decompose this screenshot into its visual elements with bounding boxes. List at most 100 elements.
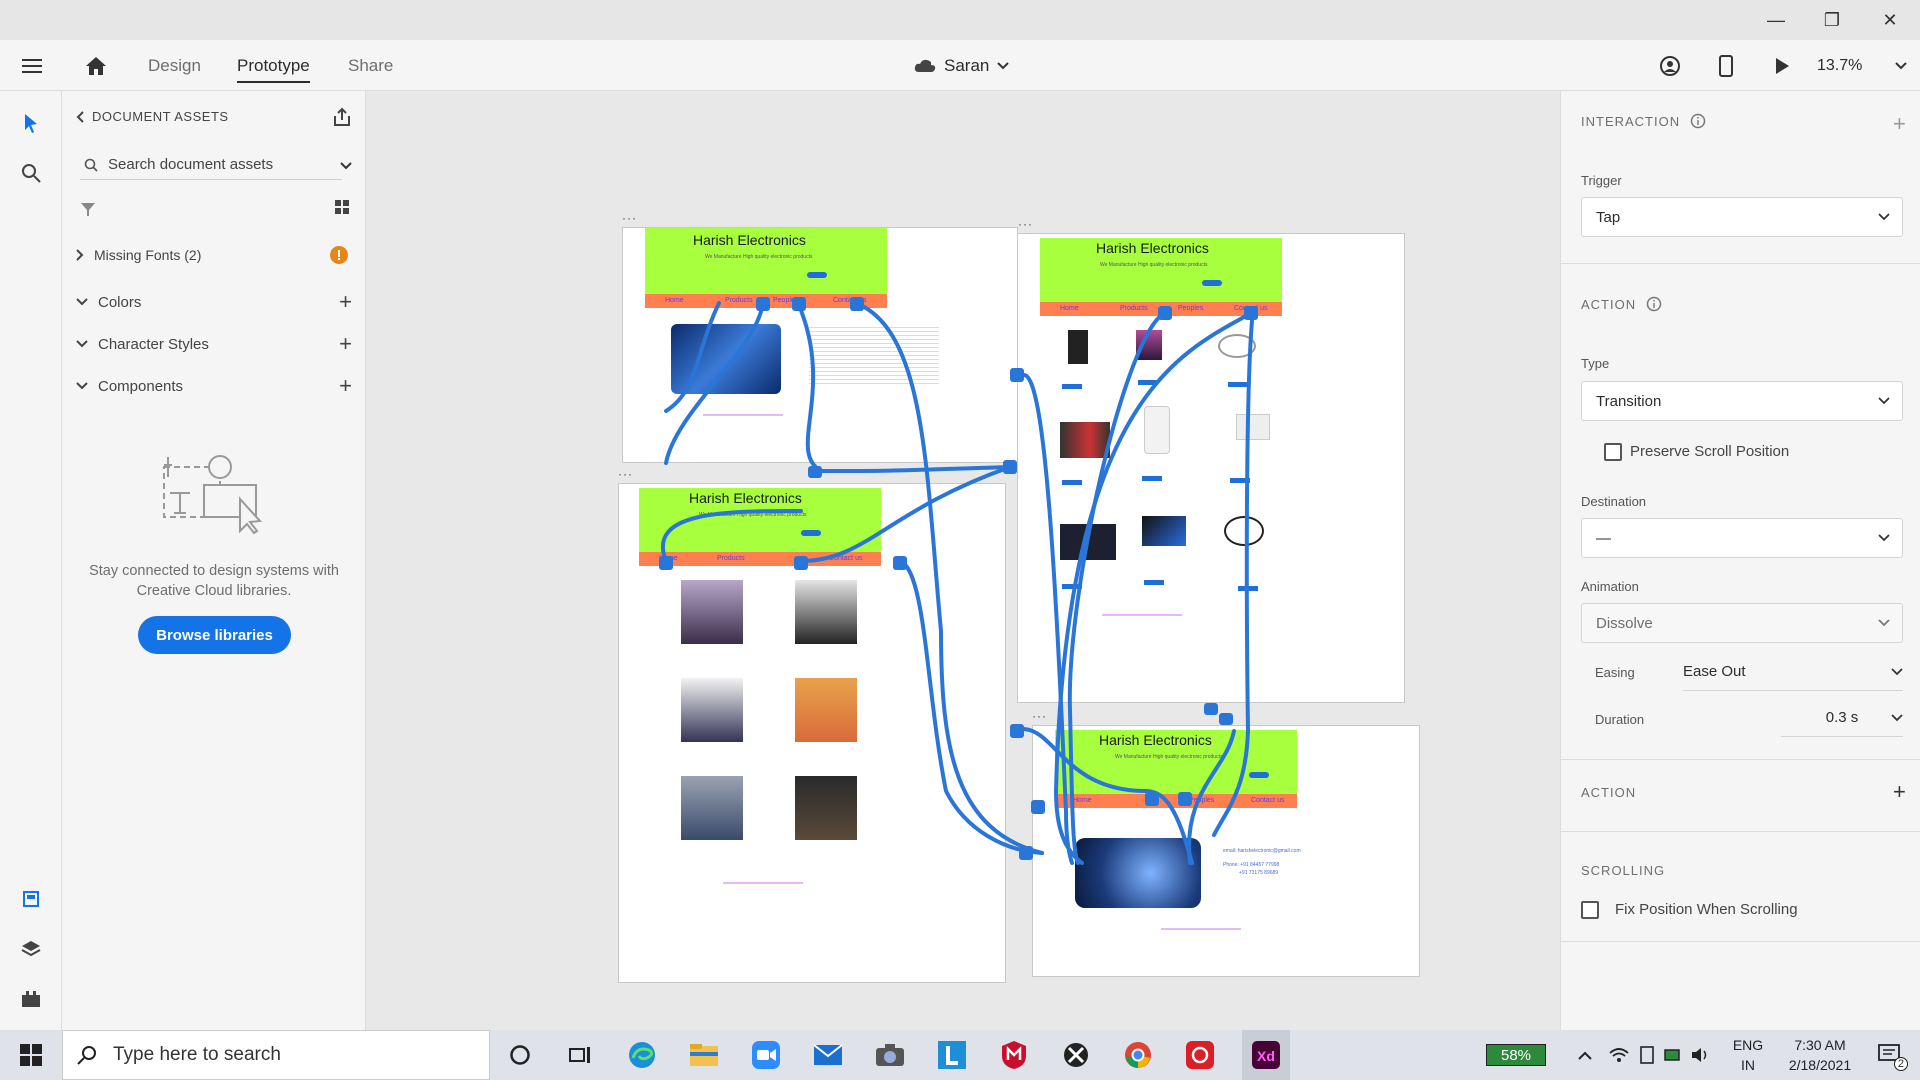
minimize-button[interactable]: — [1748,0,1804,40]
zoom-chevron-down-icon[interactable] [1890,40,1912,91]
windows-start-icon[interactable] [10,1035,52,1075]
prototype-canvas[interactable]: Harish Electronics We Manufacture High q… [366,91,1560,1030]
assets-search-placeholder: Search document assets [108,156,274,173]
taskbar-search-input[interactable]: Type here to search [62,1030,490,1080]
wire-arrow-up-1 [808,466,822,478]
info-icon[interactable] [1646,296,1662,312]
layers-icon[interactable] [0,929,62,969]
add-interaction-button[interactable]: + [1893,111,1906,137]
assets-search-input[interactable]: Search document assets [80,150,342,180]
show-hidden-icons-icon[interactable] [1570,1035,1600,1075]
chrome-icon[interactable] [1118,1035,1158,1075]
file-explorer-icon[interactable] [684,1035,724,1075]
cloud-icon [914,59,936,72]
camera-icon[interactable] [870,1035,910,1075]
device-preview-icon[interactable] [1708,40,1744,91]
l-app-icon[interactable] [932,1035,972,1075]
animation-select[interactable]: Dissolve [1581,603,1903,643]
wire-handle-6 [893,556,907,570]
wire-handle-3 [850,297,864,311]
browse-libraries-button[interactable]: Browse libraries [138,616,291,654]
tab-share[interactable]: Share [348,40,393,91]
grid-view-icon[interactable] [334,199,350,220]
filter-icon[interactable] [80,201,96,222]
type-value: Transition [1596,392,1662,410]
colors-section[interactable]: Colors + [76,287,352,317]
clock[interactable]: 7:30 AM 2/18/2021 [1770,1035,1870,1075]
wire-handle-10 [1145,792,1159,806]
select-tool-icon[interactable] [0,103,62,143]
easing-select[interactable]: Ease Out [1683,653,1903,691]
wire-handle-7 [1158,306,1172,320]
cloud-document-menu[interactable]: Saran [914,40,1010,91]
edge-browser-icon[interactable] [622,1035,662,1075]
chevron-down-icon [1878,213,1890,221]
add-color-button[interactable]: + [339,289,352,315]
task-view-icon[interactable] [560,1035,600,1075]
fix-position-checkbox[interactable] [1581,901,1599,919]
wire-handle-1 [756,297,770,311]
destination-select[interactable]: — [1581,518,1903,558]
chevron-down-icon [997,61,1010,69]
trigger-value: Tap [1596,208,1621,226]
user-name: Saran [944,55,990,75]
play-preview-icon[interactable] [1764,40,1800,91]
fix-position-label: Fix Position When Scrolling [1615,901,1798,918]
components-section[interactable]: Components + [76,371,352,401]
scrolling-section-title: SCROLLING [1581,863,1666,878]
volume-icon[interactable] [1686,1035,1716,1075]
battery-saver-icon[interactable] [1658,1035,1688,1075]
mail-icon[interactable] [808,1035,848,1075]
xbox-icon[interactable] [1056,1035,1096,1075]
trigger-select[interactable]: Tap [1581,197,1903,237]
share-review-icon[interactable] [1652,40,1688,91]
tab-design[interactable]: Design [148,40,201,91]
adobe-xd-icon[interactable]: Xd [1242,1030,1290,1080]
chevron-down-icon [76,382,88,390]
mcafee-icon[interactable] [994,1035,1034,1075]
region-text: IN [1741,1057,1755,1073]
notifications-icon[interactable]: 2 [1870,1035,1910,1075]
assets-panel-icon[interactable] [0,879,62,919]
character-styles-section[interactable]: Character Styles + [76,329,352,359]
wire-handle-8 [1244,306,1258,320]
chevron-left-icon [76,110,84,123]
close-window-button[interactable]: ✕ [1862,0,1918,40]
zoom-level[interactable]: 13.7% [1817,40,1862,91]
plugins-icon[interactable] [0,979,62,1019]
hamburger-menu-icon[interactable] [14,40,50,91]
export-icon[interactable] [332,107,352,132]
action2-section-title: ACTION [1581,785,1637,800]
components-label: Components [98,377,184,395]
battery-indicator[interactable]: 58% [1486,1044,1546,1066]
svg-text:Xd: Xd [1257,1048,1275,1064]
type-select[interactable]: Transition [1581,381,1903,421]
wire-handles[interactable] [366,91,1560,1030]
add-action-button[interactable]: + [1893,779,1906,805]
search-filter-chevron-icon[interactable] [340,157,352,175]
info-icon[interactable] [1690,113,1706,129]
action-section-title: ACTION [1581,296,1662,312]
document-assets-panel: DOCUMENT ASSETS Search document assets M… [62,91,366,1030]
easing-label: Easing [1595,665,1635,680]
date-text: 2/18/2021 [1788,1057,1852,1073]
missing-fonts-row[interactable]: Missing Fonts (2) [76,240,352,270]
duration-select[interactable]: 0.3 s [1781,699,1903,737]
search-icon [84,158,98,172]
cortana-icon[interactable] [500,1035,540,1075]
creative-cloud-icon[interactable] [1180,1035,1220,1075]
restore-button[interactable]: ❐ [1804,0,1860,40]
search-icon[interactable] [0,153,62,193]
preserve-scroll-checkbox[interactable] [1604,443,1622,461]
easing-value: Ease Out [1683,663,1746,680]
home-icon[interactable] [78,40,114,91]
wifi-icon[interactable] [1604,1035,1634,1075]
tab-prototype[interactable]: Prototype [237,40,310,91]
trigger-label: Trigger [1581,173,1622,188]
language-indicator[interactable]: ENG IN [1720,1035,1776,1075]
language-text: ENG [1732,1037,1764,1053]
add-component-button[interactable]: + [339,373,352,399]
assets-header[interactable]: DOCUMENT ASSETS [76,109,229,124]
add-character-style-button[interactable]: + [339,331,352,357]
zoom-app-icon[interactable] [746,1035,786,1075]
